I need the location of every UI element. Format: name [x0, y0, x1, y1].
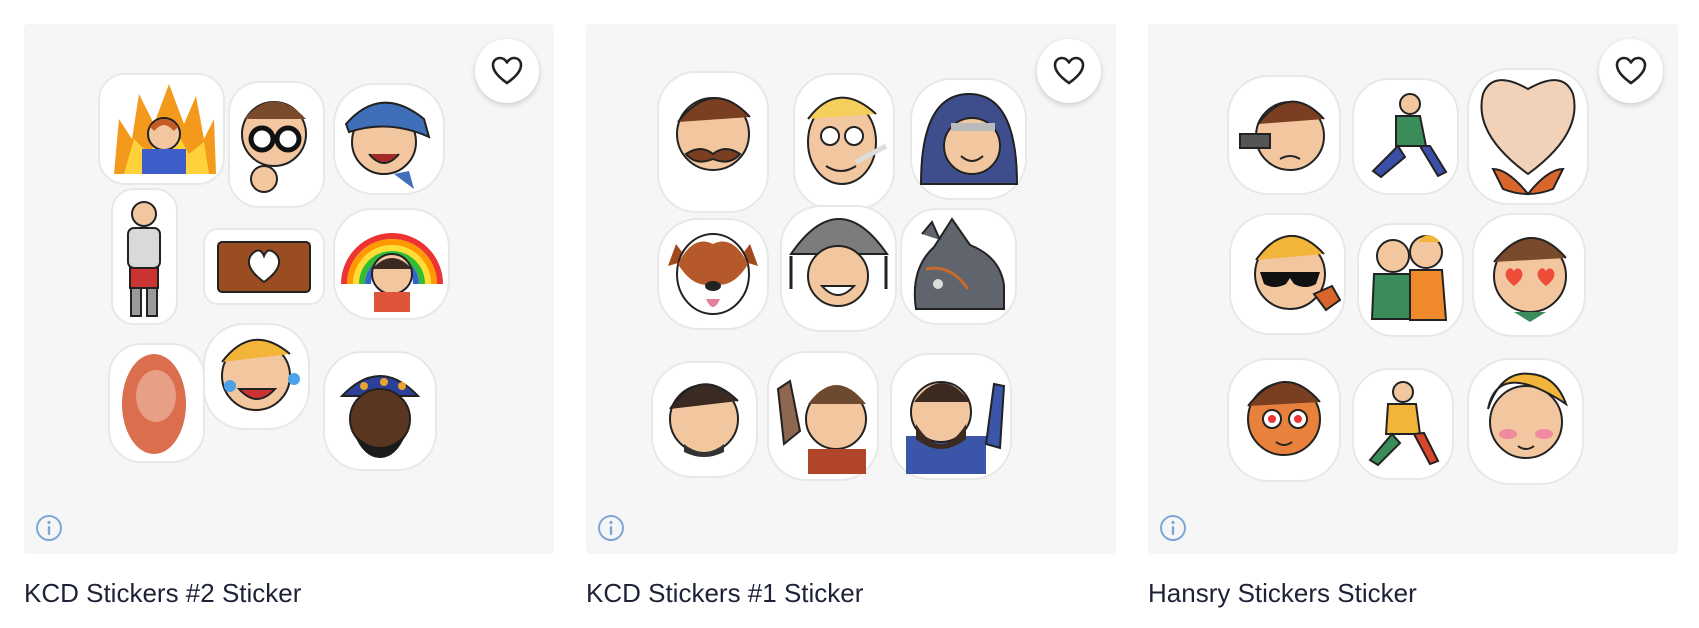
- sticker-sheet-image: [651, 71, 1027, 481]
- sticker-armored-knight: [111, 188, 178, 325]
- product-image[interactable]: [24, 24, 554, 554]
- sticker-blushing-blond: [1467, 358, 1584, 485]
- sticker-sheet-image: [1227, 68, 1589, 485]
- product-grid: KCD Stickers #2 Sticker KCD Stickers #1 …: [0, 0, 1699, 628]
- sticker-rainbow-kid: [333, 208, 450, 320]
- sticker-fire-face: [98, 73, 225, 185]
- sticker-helmet-man: [780, 205, 897, 332]
- sticker-waving-bearded-man: [890, 353, 1012, 480]
- product-card-kcd-2[interactable]: KCD Stickers #2 Sticker: [24, 24, 554, 609]
- heart-outline-icon: [1615, 56, 1647, 85]
- info-circle-icon[interactable]: [1159, 514, 1187, 542]
- product-title[interactable]: KCD Stickers #1 Sticker: [586, 577, 1116, 609]
- product-card-kcd-1[interactable]: KCD Stickers #1 Sticker: [586, 24, 1116, 609]
- favorite-button[interactable]: [475, 39, 539, 103]
- sticker-running-jester: [1352, 368, 1454, 480]
- sticker-mustache-man: [657, 71, 769, 213]
- product-title[interactable]: Hansry Stickers Sticker: [1148, 577, 1678, 609]
- sticker-heart-plank: [203, 228, 325, 305]
- sticker-dog: [657, 218, 769, 330]
- sticker-peeking-man: [228, 81, 325, 208]
- sticker-dark-hair-man: [651, 361, 758, 478]
- sticker-heart-eyes-man: [1472, 213, 1586, 337]
- sticker-blue-cap-man: [333, 83, 445, 195]
- product-title[interactable]: KCD Stickers #2 Sticker: [24, 577, 554, 609]
- favorite-button[interactable]: [1599, 39, 1663, 103]
- info-circle-icon[interactable]: [597, 514, 625, 542]
- sticker-blurry-ghost: [108, 343, 205, 463]
- sticker-horse: [900, 208, 1017, 325]
- sticker-hugging-pair: [1357, 223, 1464, 337]
- product-image[interactable]: [586, 24, 1116, 554]
- sticker-heart-hands: [1467, 68, 1589, 205]
- favorite-button[interactable]: [1037, 39, 1101, 103]
- product-card-hansry[interactable]: Hansry Stickers Sticker: [1148, 24, 1678, 609]
- sticker-sunglasses-man: [1229, 213, 1346, 335]
- sticker-gun-angry-man: [1227, 75, 1341, 195]
- sticker-laughing-crying-blond: [203, 323, 310, 430]
- sticker-sheet-image: [98, 73, 450, 471]
- sticker-waving-red-man: [767, 351, 879, 481]
- sticker-blond-pipe-man: [793, 73, 895, 210]
- sticker-heart-eyes-ginger: [1227, 358, 1341, 482]
- product-image[interactable]: [1148, 24, 1678, 554]
- info-circle-icon[interactable]: [35, 514, 63, 542]
- heart-outline-icon: [1053, 56, 1085, 85]
- sticker-turban-man: [323, 351, 437, 471]
- sticker-hooded-smirk: [910, 78, 1027, 200]
- sticker-running-man: [1352, 78, 1459, 195]
- heart-outline-icon: [491, 56, 523, 85]
